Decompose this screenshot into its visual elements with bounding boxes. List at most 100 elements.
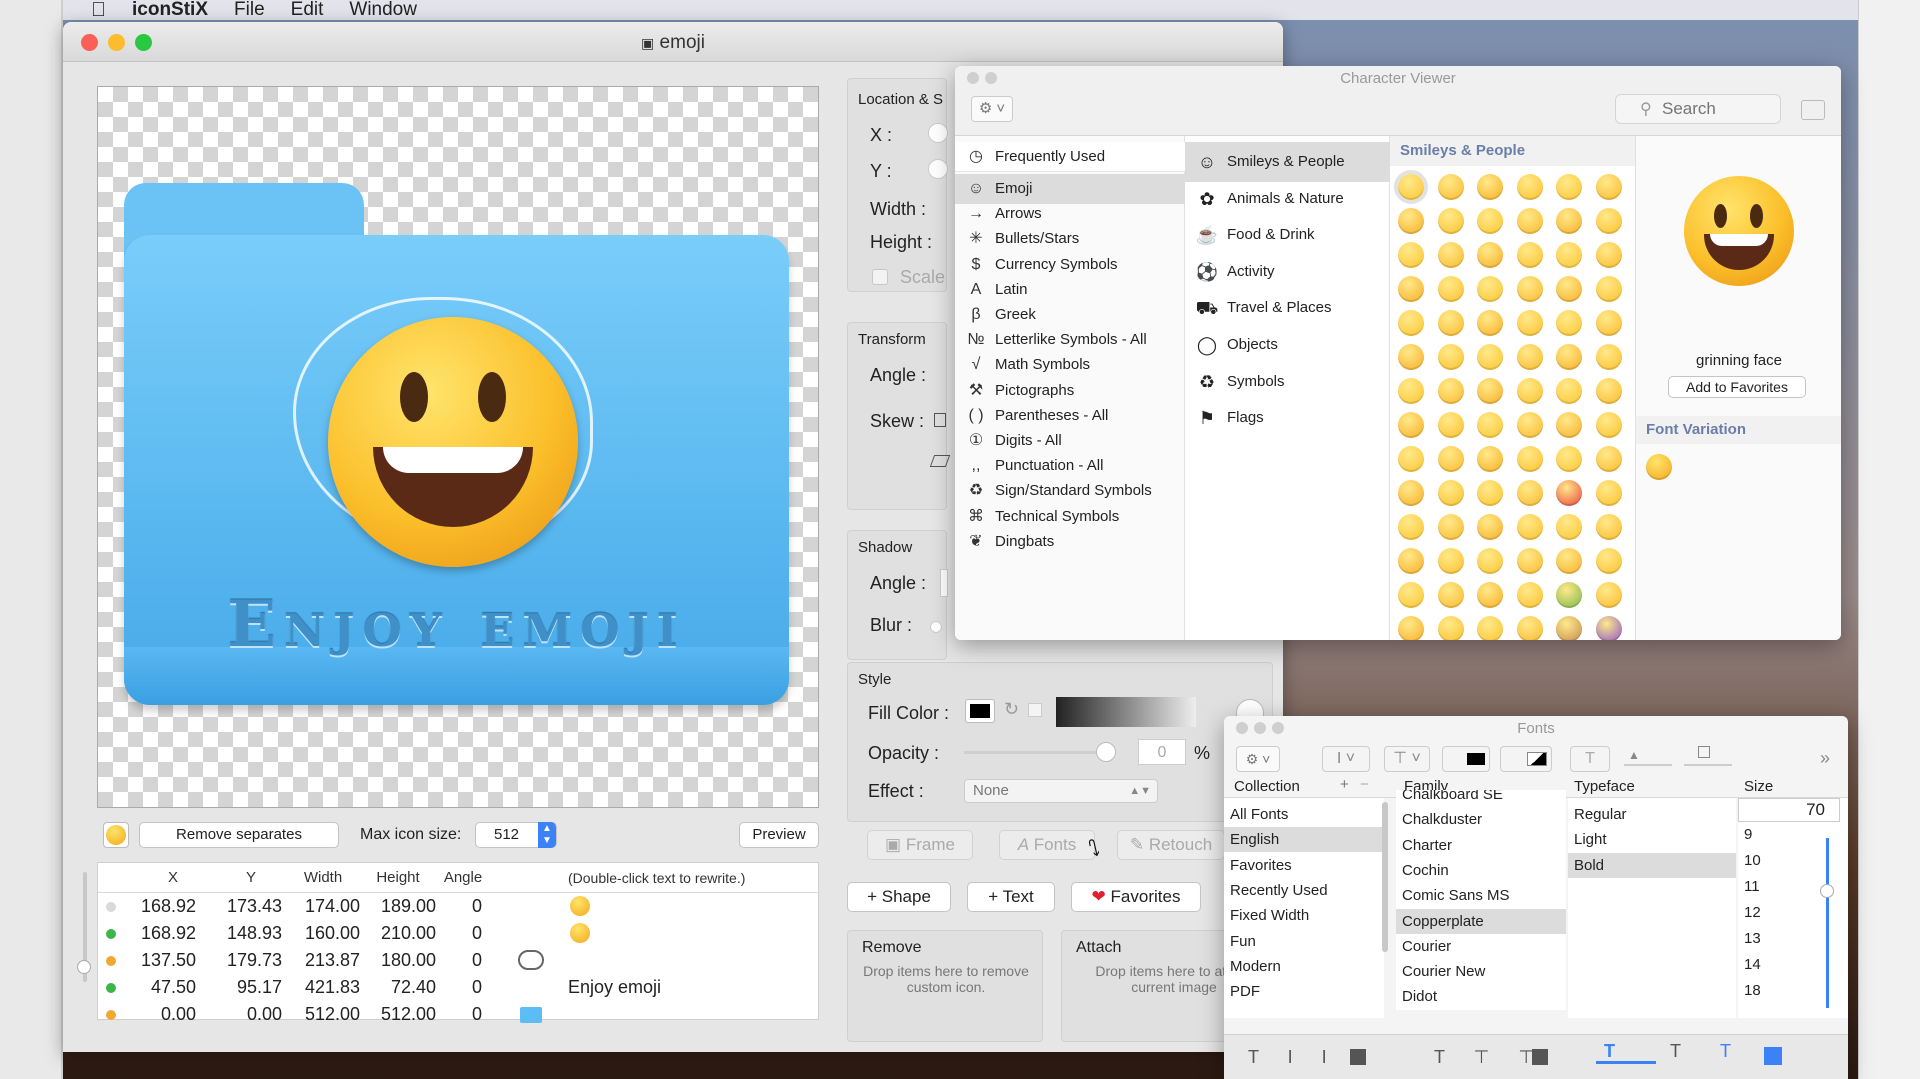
remove-collection-icon[interactable]: − (1360, 776, 1369, 793)
search-field[interactable]: ⚲ (1615, 94, 1781, 124)
subcategory-item[interactable]: ☕ Food & Drink (1185, 215, 1390, 255)
emoji-cell[interactable] (1398, 616, 1424, 640)
emoji-cell[interactable] (1437, 208, 1464, 234)
menu-edit[interactable]: Edit (291, 0, 324, 21)
cell-width[interactable]: 160.00 (288, 920, 360, 947)
gradient-checkbox[interactable] (1028, 703, 1042, 717)
underline-color-icon[interactable] (1350, 1049, 1366, 1065)
emoji-cell[interactable] (1477, 208, 1503, 234)
emoji-cell[interactable] (1516, 378, 1543, 404)
shape-button[interactable]: + Shape (847, 882, 951, 912)
family-item[interactable]: Didot (1396, 984, 1566, 1009)
emoji-cell[interactable] (1595, 310, 1622, 336)
emoji-cell[interactable] (1477, 174, 1503, 200)
underline-style-icons[interactable]: T I I (1248, 1047, 1339, 1068)
font-variation-emoji[interactable] (1646, 454, 1672, 480)
menu-app-name[interactable]: iconStiX (132, 0, 208, 21)
emoji-cell[interactable] (1595, 242, 1622, 268)
emoji-cell[interactable] (1556, 378, 1582, 404)
collection-scrollbar[interactable] (1382, 802, 1388, 952)
emoji-cell[interactable] (1398, 446, 1424, 472)
col-width-header[interactable]: Width (293, 863, 353, 893)
family-item[interactable]: Courier New (1396, 959, 1566, 984)
emoji-cell[interactable] (1516, 446, 1543, 472)
category-item[interactable]: ❦ Dingbats (955, 527, 1185, 557)
emoji-cell[interactable] (1595, 412, 1622, 438)
underline-menu-icon[interactable]: I ˅ (1322, 746, 1370, 772)
gradient-bar[interactable] (1056, 697, 1196, 727)
fonts-button[interactable]: A Fonts (999, 830, 1095, 860)
collection-item[interactable]: PDF (1224, 979, 1384, 1004)
remove-separates-button[interactable]: Remove separates (139, 822, 339, 848)
emoji-cell[interactable] (1556, 446, 1582, 472)
max-icon-size-select[interactable]: 512 ▲ ▼ (475, 822, 557, 848)
emoji-cell[interactable] (1477, 582, 1503, 608)
table-row[interactable]: 137.50 179.73 213.87 180.00 0 (98, 947, 820, 974)
layer-status-dot[interactable] (106, 956, 116, 966)
collection-item[interactable]: Modern (1224, 954, 1384, 979)
emoji-cell[interactable] (1398, 412, 1424, 438)
size-item[interactable]: 12 (1744, 904, 1761, 921)
emoji-cell[interactable] (1398, 514, 1424, 540)
emoji-cell[interactable] (1556, 344, 1582, 370)
family-item[interactable]: Copperplate (1396, 908, 1566, 934)
emoji-cell[interactable] (1595, 276, 1622, 302)
cell-height[interactable]: 180.00 (366, 947, 436, 974)
cell-width[interactable]: 512.00 (288, 1001, 360, 1028)
cell-height[interactable]: 210.00 (366, 920, 436, 947)
collection-item[interactable]: Favorites (1224, 853, 1384, 878)
emoji-cell[interactable] (1477, 310, 1503, 336)
emoji-cell[interactable] (1595, 514, 1622, 540)
effect-select[interactable]: None ▲▼ (964, 779, 1158, 803)
emoji-cell[interactable] (1556, 310, 1582, 336)
size-item[interactable]: 10 (1744, 852, 1761, 869)
emoji-cell[interactable] (1556, 548, 1582, 574)
emoji-cell[interactable] (1477, 446, 1503, 472)
strikethrough-style-icons[interactable]: T ⊤ ⊤ (1434, 1047, 1546, 1068)
emoji-cell[interactable] (1556, 208, 1582, 234)
shadow-angle-field[interactable] (940, 569, 948, 597)
skew-horizontal-icon[interactable] (934, 413, 946, 427)
cell-x[interactable]: 168.92 (128, 893, 196, 920)
cell-angle[interactable]: 0 (438, 947, 482, 974)
family-item[interactable]: Chalkboard SE (1396, 790, 1566, 807)
emoji-cell[interactable] (1556, 174, 1582, 200)
sidebar-toggle-icon[interactable] (1801, 100, 1825, 120)
opacity-field[interactable]: 0 (1138, 739, 1186, 765)
cell-x[interactable]: 168.92 (128, 920, 196, 947)
cell-height[interactable]: 512.00 (366, 1001, 436, 1028)
subcategory-item[interactable]: ⚑ Flags (1185, 398, 1390, 438)
cell-x[interactable]: 0.00 (128, 1001, 196, 1028)
emoji-cell[interactable] (1398, 378, 1424, 404)
cell-angle[interactable]: 0 (438, 1001, 482, 1028)
emoji-cell[interactable] (1556, 276, 1582, 302)
emoji-cell[interactable] (1595, 446, 1622, 472)
typeface-item[interactable]: Light (1568, 827, 1736, 852)
emoji-cell[interactable] (1595, 480, 1622, 506)
y-slider-knob[interactable] (928, 159, 948, 179)
size-slider-knob[interactable] (1820, 884, 1834, 898)
table-row[interactable]: 47.50 95.17 421.83 72.40 0 Enjoy emoji (98, 974, 820, 1001)
cell-y[interactable]: 173.43 (208, 893, 282, 920)
family-item[interactable]: Charter (1396, 833, 1566, 858)
emoji-cell[interactable] (1516, 208, 1543, 234)
emoji-cell[interactable] (1477, 276, 1503, 302)
cell-height[interactable]: 189.00 (366, 893, 436, 920)
emoji-cell[interactable] (1437, 276, 1464, 302)
subcategory-item[interactable]: ☺ Smileys & People (1185, 142, 1390, 182)
cell-angle[interactable]: 0 (438, 974, 482, 1001)
emoji-cell[interactable] (1398, 582, 1424, 608)
cell-y[interactable]: 179.73 (208, 947, 282, 974)
blur-slider-knob[interactable] (930, 621, 942, 633)
cell-y[interactable]: 95.17 (208, 974, 282, 1001)
emoji-cell[interactable] (1437, 582, 1464, 608)
subcategory-item[interactable]: ✿ Animals & Nature (1185, 179, 1390, 219)
cell-x[interactable]: 137.50 (128, 947, 196, 974)
collection-item[interactable]: Fun (1224, 929, 1384, 954)
emoji-cell[interactable] (1516, 242, 1543, 268)
text-button[interactable]: + Text (967, 882, 1055, 912)
subcategory-item[interactable]: ♻ Symbols (1185, 362, 1390, 402)
add-to-favorites-button[interactable]: Add to Favorites (1668, 376, 1806, 398)
emoji-cell[interactable] (1398, 344, 1424, 370)
emoji-cell[interactable] (1556, 480, 1582, 506)
